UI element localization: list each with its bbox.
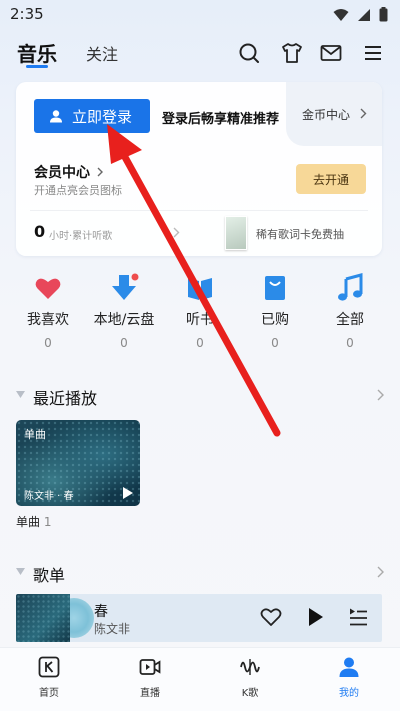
- tile-type-tag: 单曲: [24, 428, 46, 441]
- shortcut-label: 本地/云盘: [93, 312, 155, 328]
- recent-caption: 单曲 1: [16, 513, 51, 530]
- sound-wave-icon: [239, 656, 261, 678]
- search-icon[interactable]: [237, 41, 261, 65]
- status-icons: [333, 7, 388, 22]
- album-art-texture: [16, 594, 70, 642]
- tab-live[interactable]: 直播: [120, 656, 180, 699]
- recent-caption-count: 1: [43, 515, 52, 529]
- collapse-triangle-icon: [16, 568, 25, 575]
- listen-hours-value: 0: [34, 222, 46, 241]
- tab-mine[interactable]: 我的: [319, 656, 379, 699]
- login-button[interactable]: 立即登录: [34, 99, 150, 133]
- recent-song-tile[interactable]: 单曲 陈文非 · 春: [16, 420, 140, 506]
- lyric-card-promo[interactable]: 稀有歌词卡免费抽: [256, 226, 344, 242]
- shortcut-count: 0: [120, 336, 128, 350]
- bottom-tab-bar: 首页 直播 K歌 我的: [0, 647, 400, 711]
- login-hint: 登录后畅享精准推荐: [162, 112, 280, 127]
- book-icon: [185, 273, 215, 303]
- chevron-right-icon[interactable]: [377, 389, 384, 401]
- mail-icon[interactable]: [319, 41, 343, 65]
- listen-hours-label: 小时·累计听歌: [49, 231, 113, 242]
- recent-caption-label: 单曲: [16, 515, 41, 529]
- user-icon: [50, 110, 62, 123]
- playlist-section-title: 歌单: [33, 566, 66, 585]
- card-divider: [30, 210, 368, 211]
- playlist-section-header[interactable]: 歌单: [16, 562, 384, 586]
- heart-outline-icon[interactable]: [260, 607, 282, 627]
- profile-icon: [338, 656, 360, 678]
- shortcut-count: 0: [346, 336, 354, 350]
- playlist-queue-icon[interactable]: [348, 607, 368, 627]
- recent-section-header[interactable]: 最近播放: [16, 385, 384, 409]
- vip-center-title[interactable]: 会员中心: [34, 162, 104, 182]
- tab-music[interactable]: 音乐: [17, 38, 57, 67]
- shortcut-count: 0: [271, 336, 279, 350]
- live-icon: [139, 656, 161, 678]
- signal-icon: [358, 8, 370, 21]
- active-tab-indicator: [26, 65, 48, 68]
- mini-player[interactable]: 春 陈文非: [16, 594, 382, 642]
- lyric-card-thumbnail: [225, 216, 247, 250]
- tab-home[interactable]: 首页: [19, 656, 79, 699]
- shortcut-label: 全部: [336, 312, 364, 328]
- coin-center-label: 金币中心: [302, 108, 351, 122]
- recent-section-title: 最近播放: [33, 389, 98, 408]
- vip-subtitle: 开通点亮会员图标: [34, 184, 122, 197]
- chevron-right-icon: [97, 167, 103, 177]
- shortcut-count: 0: [44, 336, 52, 350]
- status-bar: 2:35: [0, 0, 400, 30]
- login-button-label: 立即登录: [72, 107, 133, 126]
- tab-mine-label: 我的: [339, 688, 359, 699]
- collapse-triangle-icon: [16, 391, 25, 398]
- shortcut-purchased[interactable]: 已购 0: [240, 273, 310, 350]
- tile-song-name: 陈文非 · 春: [24, 491, 74, 502]
- heart-icon: [33, 273, 63, 303]
- top-nav: 音乐 关注: [0, 34, 400, 74]
- shortcut-audiobooks[interactable]: 听书 0: [165, 273, 235, 350]
- coin-center-tab[interactable]: 金币中心: [286, 82, 382, 146]
- tab-karaoke-label: K歌: [241, 688, 259, 699]
- play-icon[interactable]: [122, 486, 134, 500]
- shortcut-favorites[interactable]: 我喜欢 0: [13, 273, 83, 350]
- menu-icon[interactable]: [361, 41, 385, 65]
- status-time: 2:35: [10, 5, 44, 23]
- shirt-icon[interactable]: [280, 41, 304, 65]
- tab-home-label: 首页: [39, 688, 59, 699]
- chevron-right-icon[interactable]: [173, 227, 180, 238]
- chevron-right-icon: [360, 108, 367, 119]
- tab-karaoke[interactable]: K歌: [220, 656, 280, 699]
- shortcut-local-cloud[interactable]: 本地/云盘 0: [89, 273, 159, 350]
- mini-player-artist: 陈文非: [94, 622, 131, 636]
- shortcut-label: 已购: [261, 312, 289, 328]
- wifi-icon: [333, 8, 349, 21]
- open-vip-button[interactable]: 去开通: [296, 164, 366, 194]
- mini-player-title: 春: [94, 604, 108, 620]
- play-icon[interactable]: [308, 607, 324, 627]
- battery-icon: [379, 7, 388, 22]
- music-note-icon: [335, 273, 365, 303]
- mini-player-cover: [16, 594, 70, 642]
- shortcut-count: 0: [196, 336, 204, 350]
- tab-live-label: 直播: [140, 688, 160, 699]
- vip-center-label: 会员中心: [34, 165, 90, 181]
- home-k-icon: [38, 656, 60, 678]
- shopping-bag-icon: [260, 273, 290, 303]
- shortcut-all[interactable]: 全部 0: [315, 273, 385, 350]
- account-card: 金币中心 立即登录 登录后畅享精准推荐 会员中心 开通点亮会员图标 去开通 0 …: [16, 82, 382, 256]
- shortcut-label: 我喜欢: [27, 312, 69, 328]
- chevron-right-icon[interactable]: [377, 566, 384, 578]
- tab-follow[interactable]: 关注: [86, 41, 118, 65]
- shortcut-label: 听书: [186, 312, 214, 328]
- download-icon: [109, 273, 139, 303]
